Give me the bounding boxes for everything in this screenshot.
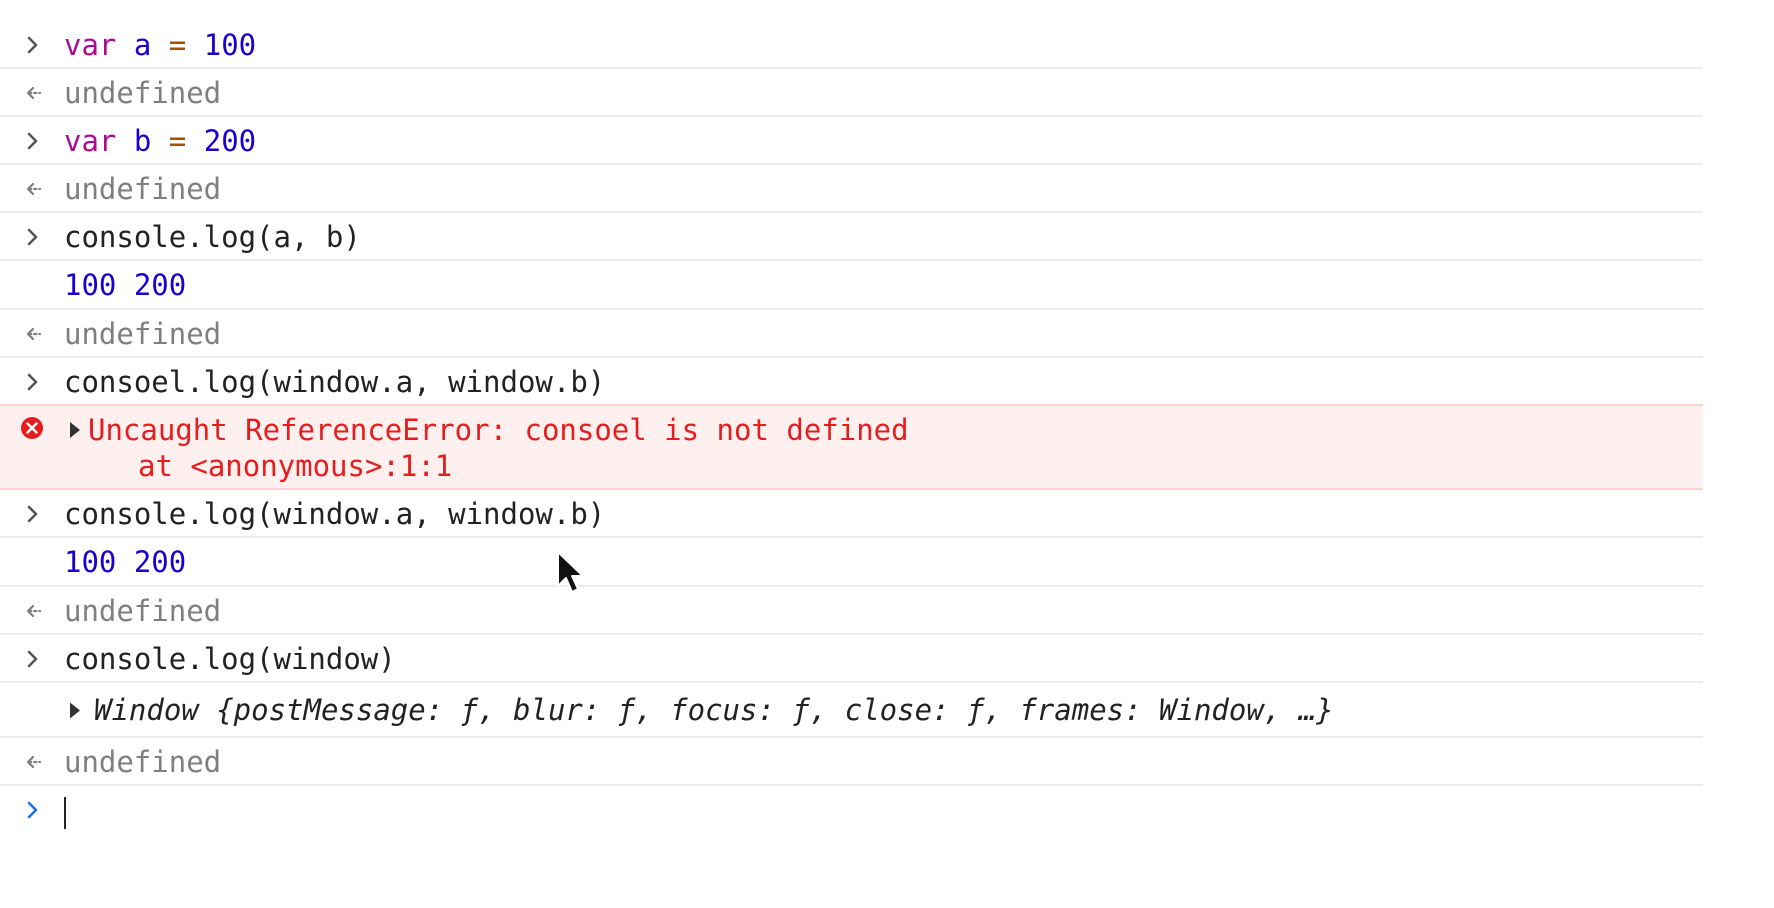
return-arrow-icon [22,165,46,213]
console-input-text[interactable]: console.log(a, b) [64,213,361,261]
return-arrow-icon [22,69,46,117]
console-log-row: 100 200 [0,538,1703,587]
chevron-right-icon [22,490,46,538]
console-log-text: 100 200 [64,545,187,579]
code-token: 100 [203,28,257,62]
mouse-pointer-icon [556,550,586,603]
return-arrow-icon [22,738,46,786]
console-input-text[interactable]: console.log(window.a, window.b) [64,490,605,538]
console-input-row[interactable]: var b = 200 [0,117,1703,165]
triangle-right-icon[interactable] [68,412,82,448]
console-input-text[interactable]: var a = 100 [64,21,256,69]
console-result-text: undefined [64,745,222,779]
console-input-row[interactable]: console.log(window.a, window.b) [0,490,1703,538]
code-token: console.log(a, b) [64,220,361,254]
console-input-text[interactable]: var b = 200 [64,117,256,165]
console-object-row: Window {postMessage: ƒ, blur: ƒ, focus: … [0,683,1703,738]
console-log-row: 100 200 [0,261,1703,310]
code-token: 200 [203,124,257,158]
chevron-right-icon [22,21,46,69]
console-result-row: undefined [0,738,1703,786]
console-input-text[interactable]: console.log(window) [64,635,396,683]
error-stack-line: at <anonymous>:1:1 [138,449,453,483]
console-result-text: undefined [64,594,222,628]
code-token: console.log(window) [64,642,396,676]
console-result-text: undefined [64,172,222,206]
console-result-row: undefined [0,165,1703,213]
code-token: var [64,28,117,62]
error-circle-icon [20,412,44,460]
console-prompt[interactable] [0,786,1703,836]
code-token: = [168,28,187,62]
code-token: a [133,28,152,62]
console-result-text: undefined [64,76,222,110]
chevron-right-icon [22,635,46,683]
code-token: var [64,124,117,158]
code-token: console.log(window.a, window.b) [64,497,606,531]
console-input-row[interactable]: consoel.log(window.a, window.b) [0,358,1703,406]
chevron-right-icon [22,117,46,165]
console-result-row: undefined [0,69,1703,117]
error-message-line: Uncaught ReferenceError: consoel is not … [88,413,909,447]
code-token: = [168,124,187,158]
chevron-right-icon [22,786,46,836]
chevron-right-icon [22,213,46,261]
console-log-text: 100 200 [64,268,187,302]
console-input-text[interactable]: consoel.log(window.a, window.b) [64,358,605,406]
return-arrow-icon [22,587,46,635]
console-input-row[interactable]: var a = 100 [0,21,1703,69]
object-preview[interactable]: Window {postMessage: ƒ, blur: ƒ, focus: … [94,683,1334,738]
console-result-row: undefined [0,310,1703,358]
code-token: b [133,124,152,158]
console-panel[interactable]: var a = 100 undefined var b = 200 undefined… [0,21,1703,836]
triangle-right-icon[interactable] [68,683,82,738]
console-result-text: undefined [64,317,222,351]
error-message: Uncaught ReferenceError: consoel is not … [88,412,909,484]
console-error-row: Uncaught ReferenceError: consoel is not … [0,404,1703,490]
console-input-row[interactable]: console.log(window) [0,635,1703,683]
text-caret [64,797,66,829]
code-token: consoel.log(window.a, window.b) [64,365,606,399]
prompt-input[interactable] [64,786,66,836]
return-arrow-icon [22,310,46,358]
console-input-row[interactable]: console.log(a, b) [0,213,1703,261]
console-result-row: undefined [0,587,1703,635]
chevron-right-icon [22,358,46,406]
